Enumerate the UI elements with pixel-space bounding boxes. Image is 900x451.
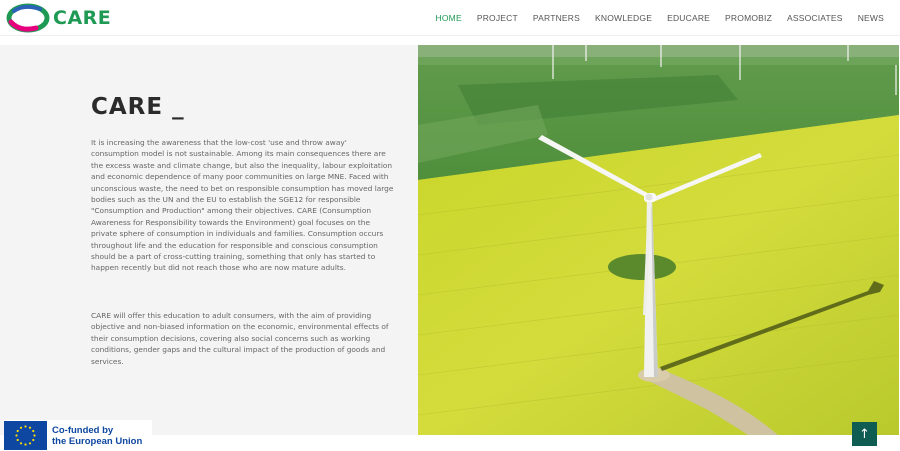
nav-item-promobiz[interactable]: PROMOBIZ xyxy=(725,13,772,23)
nav-item-educare[interactable]: EDUCARE xyxy=(667,13,710,23)
intro-paragraph-1: It is increasing the awareness that the … xyxy=(91,138,394,273)
eu-cofunded-text: Co-funded by the European Union xyxy=(52,425,142,447)
care-logo-icon xyxy=(6,3,50,33)
wind-turbine-photo xyxy=(418,45,899,435)
scroll-to-top-button[interactable]: ↑ xyxy=(852,422,877,446)
eu-line-2: the European Union xyxy=(52,435,143,447)
eu-cofunded-badge: Co-funded by the European Union xyxy=(4,420,152,451)
care-logo[interactable]: CARE xyxy=(6,1,111,35)
intro-paragraph-2: CARE will offer this education to adult … xyxy=(91,311,389,366)
nav-item-knowledge[interactable]: KNOWLEDGE xyxy=(595,13,652,23)
nav-item-home[interactable]: HOME xyxy=(436,13,462,23)
site-header: CARE HOME PROJECT PARTNERS KNOWLEDGE EDU… xyxy=(0,0,900,36)
nav-item-project[interactable]: PROJECT xyxy=(477,13,518,23)
main-nav: HOME PROJECT PARTNERS KNOWLEDGE EDUCARE … xyxy=(436,0,884,36)
nav-item-associates[interactable]: ASSOCIATES xyxy=(787,13,843,23)
nav-item-partners[interactable]: PARTNERS xyxy=(533,13,580,23)
eu-line-1: Co-funded by xyxy=(52,424,114,436)
section-title: CARE _ xyxy=(91,94,185,120)
nav-item-news[interactable]: NEWS xyxy=(858,13,884,23)
arrow-up-icon: ↑ xyxy=(859,426,870,442)
eu-flag-icon xyxy=(4,421,47,450)
brand-name: CARE xyxy=(53,7,112,29)
